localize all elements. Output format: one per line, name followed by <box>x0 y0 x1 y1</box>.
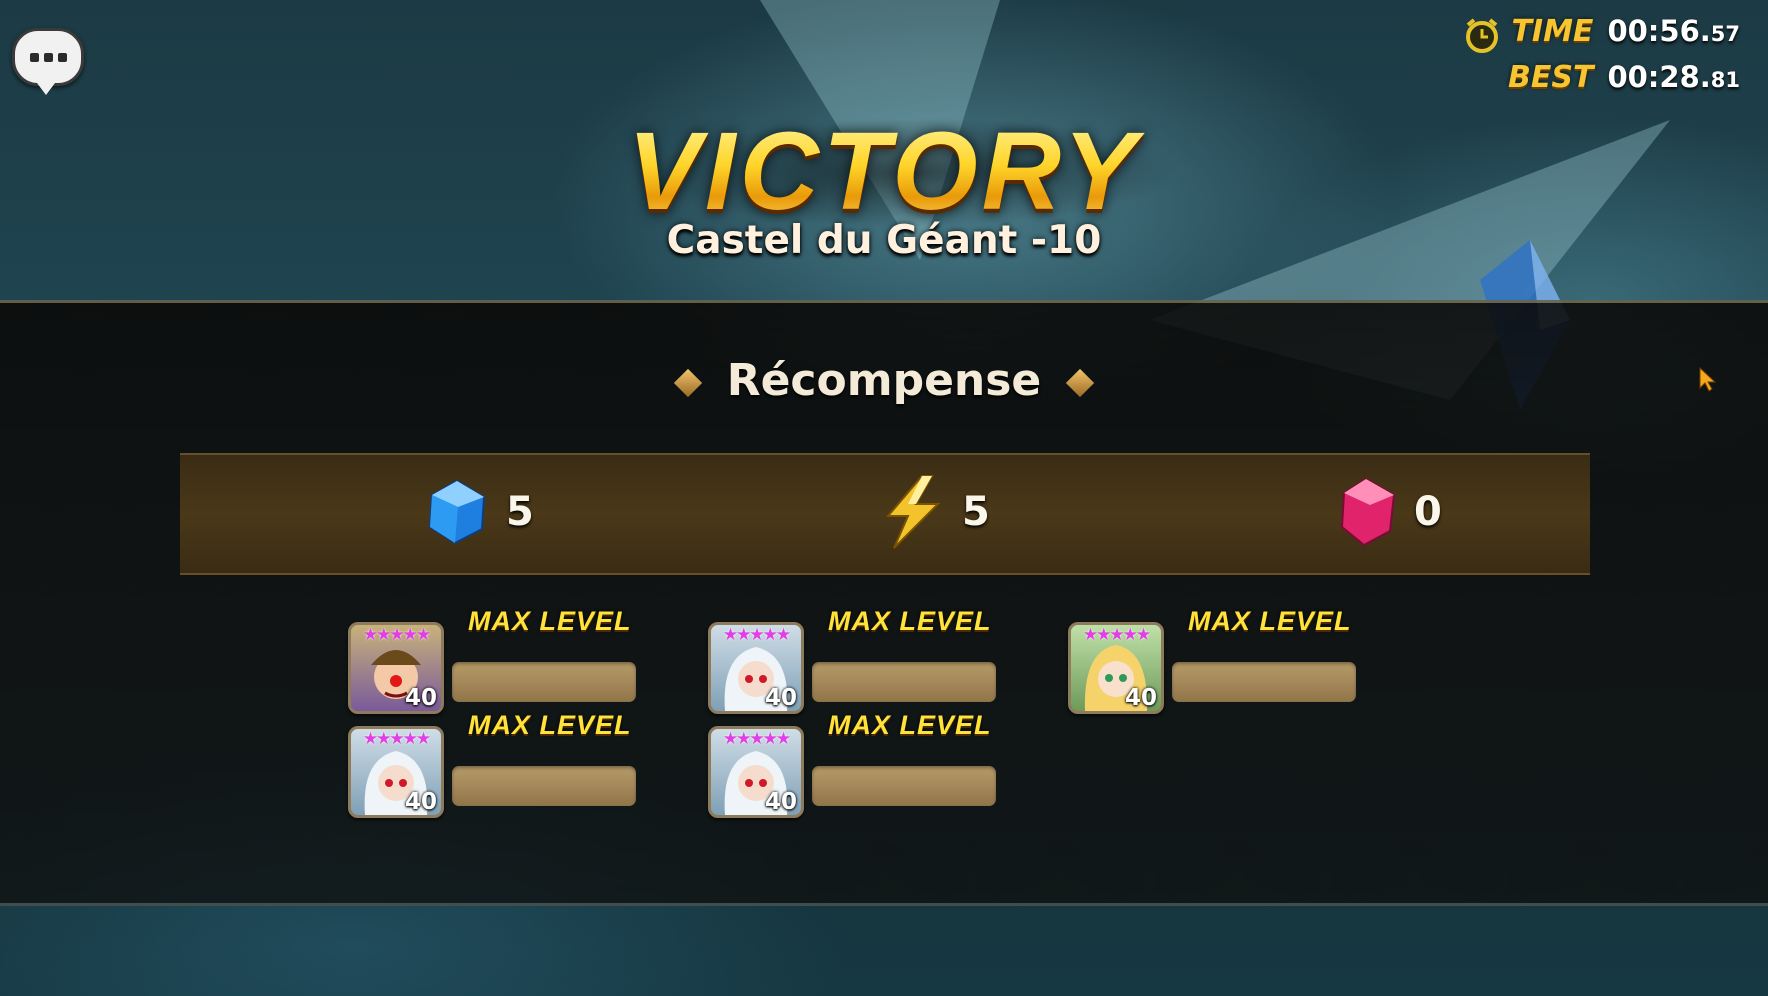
max-level-label: MAX LEVEL <box>468 710 632 740</box>
monster-reward: MAX LEVEL ★★★★★ 40 <box>348 710 688 826</box>
energy-reward: 5 <box>878 475 990 549</box>
currency-bar: 5 5 0 <box>180 453 1590 575</box>
monster-level: 40 <box>764 789 797 815</box>
chat-dot <box>29 52 39 62</box>
stage-name: Castel du Géant -10 <box>666 218 1102 263</box>
star-rating: ★★★★★ <box>1082 625 1151 645</box>
pink-crystal-icon <box>1340 477 1396 547</box>
star-rating: ★★★★★ <box>362 625 431 645</box>
alarm-clock-icon <box>1466 18 1499 53</box>
star-rating: ★★★★★ <box>362 729 431 749</box>
xp-bar <box>452 662 636 702</box>
best-row: BEST 00:28.81 <box>1508 60 1740 95</box>
max-level-label: MAX LEVEL <box>828 710 992 740</box>
monster-reward: MAX LEVEL ★★★★★ 40 <box>708 606 1048 722</box>
monster-reward: MAX LEVEL ★★★★★ 40 <box>348 606 688 722</box>
star-rating: ★★★★★ <box>722 625 791 645</box>
monster-level: 40 <box>404 685 437 711</box>
energy-bolt-icon <box>885 475 941 549</box>
star-rating: ★★★★★ <box>722 729 791 749</box>
gem-amount: 0 <box>1414 489 1442 535</box>
best-value: 00:28.81 <box>1607 60 1740 94</box>
white-hair-monster-portrait[interactable]: ★★★★★ 40 <box>708 726 804 818</box>
chat-dot <box>57 52 67 62</box>
xp-bar <box>1172 662 1356 702</box>
xp-bar <box>452 766 636 806</box>
mouse-cursor-icon <box>1699 366 1717 392</box>
crystal-amount: 5 <box>506 489 534 535</box>
energy-amount: 5 <box>962 489 990 535</box>
monster-level: 40 <box>404 789 437 815</box>
time-row: TIME 00:56.57 <box>1466 14 1740 53</box>
monster-level: 40 <box>1124 685 1157 711</box>
chat-button[interactable] <box>12 28 84 95</box>
clown-monster-portrait[interactable]: ★★★★★ 40 <box>348 622 444 714</box>
time-label: TIME <box>1511 14 1594 49</box>
blonde-elf-monster-portrait[interactable]: ★★★★★ 40 <box>1068 622 1164 714</box>
victory-title: VICTORY <box>0 108 1768 235</box>
time-value: 00:56.57 <box>1607 14 1740 48</box>
chat-dot <box>43 52 53 62</box>
white-hair-monster-portrait[interactable]: ★★★★★ 40 <box>348 726 444 818</box>
best-label: BEST <box>1508 60 1594 95</box>
monster-reward: MAX LEVEL ★★★★★ 40 <box>1068 606 1408 722</box>
white-hair-monster-portrait[interactable]: ★★★★★ 40 <box>708 622 804 714</box>
gem-reward: 0 <box>1336 477 1442 547</box>
max-level-label: MAX LEVEL <box>828 606 992 636</box>
max-level-label: MAX LEVEL <box>468 606 632 636</box>
xp-bar <box>812 662 996 702</box>
max-level-label: MAX LEVEL <box>1188 606 1352 636</box>
clear-timer: TIME 00:56.57 BEST 00:28.81 <box>1440 14 1740 104</box>
reward-title: Récompense <box>726 355 1042 406</box>
blue-crystal-icon <box>428 479 486 545</box>
crystal-reward: 5 <box>422 477 534 547</box>
monster-reward: MAX LEVEL ★★★★★ 40 <box>708 710 1048 826</box>
monster-level: 40 <box>764 685 797 711</box>
xp-bar <box>812 766 996 806</box>
